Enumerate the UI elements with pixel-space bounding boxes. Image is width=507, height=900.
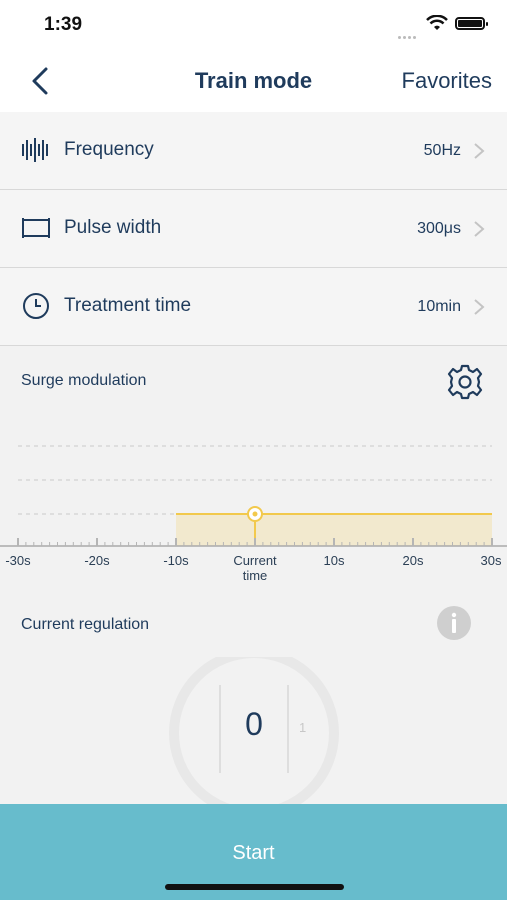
status-bar: 1:39 bbox=[0, 0, 507, 52]
axis-tick-label: -20s bbox=[84, 553, 110, 568]
clock-icon bbox=[23, 293, 49, 319]
current-time-dot bbox=[252, 511, 258, 517]
pulse-width-row[interactable]: Pulse width 300μs bbox=[0, 190, 507, 268]
time-axis-labels: -30s -20s -10s Current time 10s 20s 30s bbox=[5, 553, 502, 583]
status-time: 1:39 bbox=[44, 14, 83, 35]
next-current-value: 1 bbox=[299, 720, 307, 735]
frequency-icon bbox=[22, 138, 48, 162]
wifi-icon bbox=[426, 15, 448, 30]
current-value: 0 bbox=[245, 706, 263, 742]
info-icon[interactable] bbox=[433, 605, 475, 641]
current-regulation-label: Current regulation bbox=[21, 616, 150, 633]
axis-tick-label: 10s bbox=[324, 553, 345, 568]
pulse-width-value: 300μs bbox=[417, 220, 461, 237]
axis-tick-label: 30s bbox=[481, 553, 502, 568]
frequency-label: Frequency bbox=[64, 139, 154, 160]
axis-tick-label: 20s bbox=[403, 553, 424, 568]
treatment-time-label: Treatment time bbox=[64, 295, 192, 316]
home-indicator bbox=[165, 884, 344, 890]
axis-tick-label: -10s bbox=[163, 553, 189, 568]
axis-tick-label: Current time bbox=[233, 553, 277, 583]
pulse-width-icon bbox=[22, 218, 50, 238]
axis-tick-label: -30s bbox=[5, 553, 31, 568]
favorites-button[interactable]: Favorites bbox=[402, 68, 492, 94]
chevron-right-icon bbox=[474, 221, 485, 237]
surge-modulation-label: Surge modulation bbox=[21, 372, 147, 389]
chevron-right-icon bbox=[474, 143, 485, 159]
pulse-width-label: Pulse width bbox=[64, 217, 162, 238]
frequency-row[interactable]: Frequency 50Hz bbox=[0, 112, 507, 190]
chart-grid bbox=[18, 445, 492, 515]
battery-icon bbox=[455, 17, 488, 30]
chevron-right-icon bbox=[474, 299, 485, 315]
surge-chart: -30s -20s -10s Current time 10s 20s 30s bbox=[0, 445, 507, 583]
gear-icon[interactable] bbox=[443, 362, 487, 402]
navigation-bar: Train mode Favorites bbox=[0, 52, 507, 113]
start-label: Start bbox=[232, 842, 275, 864]
signal-icon bbox=[398, 26, 422, 39]
frequency-value: 50Hz bbox=[423, 142, 461, 159]
treatment-time-row[interactable]: Treatment time 10min bbox=[0, 268, 507, 346]
treatment-time-value: 10min bbox=[417, 298, 461, 315]
